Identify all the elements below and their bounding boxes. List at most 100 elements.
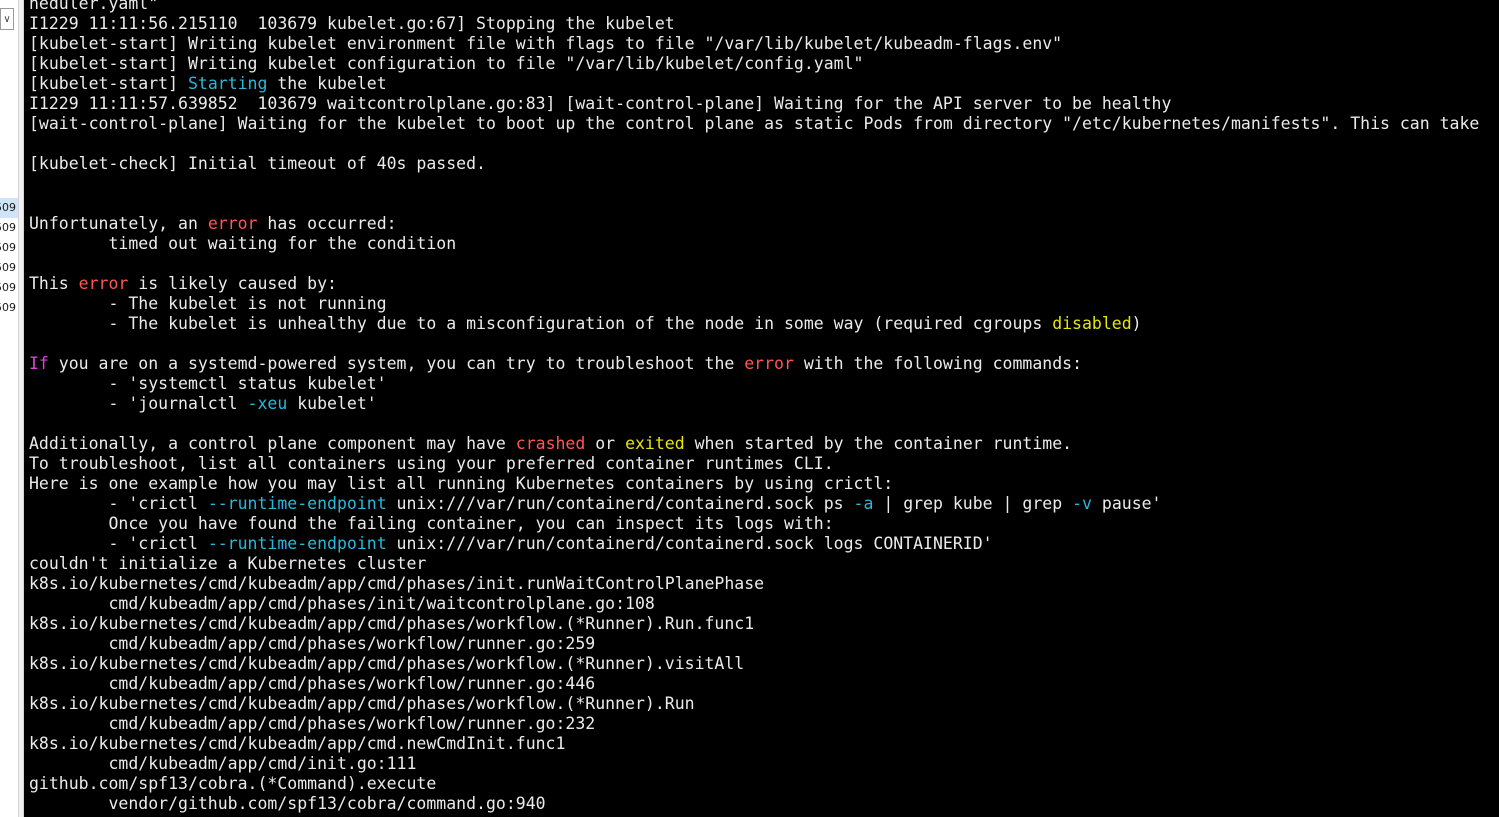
terminal-line: This error is likely caused by: (29, 274, 1499, 294)
terminal-line: cmd/kubeadm/app/cmd/phases/workflow/runn… (29, 674, 1499, 694)
terminal-line: - The kubelet is not running (29, 294, 1499, 314)
terminal-text-segment: error (207, 214, 258, 233)
terminal-text-segment: github.com/spf13/cobra.(*Command).execut… (29, 774, 437, 793)
side-list-item[interactable]: 509 (0, 258, 18, 278)
terminal-text-segment: unix:///var/run/containerd/containerd.so… (386, 494, 854, 513)
side-list: 509509509509509509 (0, 198, 18, 318)
terminal-text-segment: - The kubelet is unhealthy due to a misc… (29, 314, 1053, 333)
terminal-line: - 'systemctl status kubelet' (29, 374, 1499, 394)
terminal-line: Here is one example how you may list all… (29, 474, 1499, 494)
terminal-text-segment: with the following commands: (793, 354, 1083, 373)
side-list-item[interactable]: 509 (0, 278, 18, 298)
terminal-text-segment: the kubelet (267, 74, 387, 93)
terminal-text-segment: vendor/github.com/spf13/cobra/command.go… (29, 794, 546, 813)
terminal-text-segment: Unfortunately, an (29, 214, 208, 233)
terminal-line: [kubelet-start] Starting the kubelet (29, 74, 1499, 94)
terminal-line: [kubelet-check] Initial timeout of 40s p… (29, 154, 1499, 174)
terminal-line: - 'crictl --runtime-endpoint unix:///var… (29, 494, 1499, 514)
terminal-line: [kubelet-start] Writing kubelet environm… (29, 34, 1499, 54)
terminal-text-segment: when started by the container runtime. (684, 434, 1073, 453)
terminal-text-segment: --runtime-endpoint (207, 534, 387, 553)
terminal-line: I1229 11:11:57.639852 103679 waitcontrol… (29, 94, 1499, 114)
terminal-text-segment: crashed (515, 434, 586, 453)
terminal-text-segment: [kubelet-start] Writing kubelet environm… (29, 34, 1063, 53)
terminal-text-segment: Here is one example how you may list all… (29, 474, 894, 493)
terminal-text-segment: ) (1131, 314, 1142, 333)
terminal-line: Additionally, a control plane component … (29, 434, 1499, 454)
terminal-text-segment: I1229 11:11:56.215110 103679 kubelet.go:… (29, 14, 675, 33)
terminal-text-segment: error (744, 354, 794, 373)
terminal-line: [wait-control-plane] Waiting for the kub… (29, 114, 1499, 134)
side-list-item[interactable]: 509 (0, 298, 18, 318)
terminal-text-segment: - 'systemctl status kubelet' (29, 374, 387, 393)
terminal-text-segment: I1229 11:11:57.639852 103679 waitcontrol… (29, 94, 1172, 113)
terminal-text-segment: is likely caused by: (128, 274, 337, 293)
terminal-text-segment: If (29, 354, 49, 373)
terminal-line: cmd/kubeadm/app/cmd/phases/init/waitcont… (29, 594, 1499, 614)
terminal-text-segment: k8s.io/kubernetes/cmd/kubeadm/app/cmd/ph… (29, 694, 695, 713)
terminal-line: - The kubelet is unhealthy due to a misc… (29, 314, 1499, 334)
terminal-text-segment: [kubelet-start] Writing kubelet configur… (29, 54, 864, 73)
chevron-down-icon[interactable]: ∨ (0, 8, 14, 30)
terminal-text-segment: heduler.yaml" (29, 0, 159, 13)
terminal-text-segment: --runtime-endpoint (207, 494, 387, 513)
terminal-lines: heduler.yaml" I1229 11:11:56.215110 10367… (29, 0, 1499, 814)
terminal-output[interactable]: heduler.yaml" I1229 11:11:56.215110 10367… (24, 0, 1499, 817)
terminal-text-segment: [kubelet-check] Initial timeout of 40s p… (29, 154, 486, 173)
terminal-text-segment: cmd/kubeadm/app/cmd/phases/workflow/runn… (29, 674, 596, 693)
terminal-text-segment: - 'crictl (29, 534, 208, 553)
terminal-line: cmd/kubeadm/app/cmd/phases/workflow/runn… (29, 714, 1499, 734)
terminal-text-segment: - 'crictl (29, 494, 208, 513)
terminal-line: Unfortunately, an error has occurred: (29, 214, 1499, 234)
terminal-line: vendor/github.com/spf13/cobra/command.go… (29, 794, 1499, 814)
terminal-line: k8s.io/kubernetes/cmd/kubeadm/app/cmd/ph… (29, 614, 1499, 634)
terminal-text-segment: disabled (1052, 314, 1132, 333)
terminal-text-segment: | grep kube | grep (873, 494, 1073, 513)
terminal-text-segment: unix:///var/run/containerd/containerd.so… (386, 534, 993, 553)
terminal-text-segment: -a (853, 494, 874, 513)
side-list-item[interactable]: 509 (0, 218, 18, 238)
terminal-line: Once you have found the failing containe… (29, 514, 1499, 534)
terminal-text-segment: cmd/kubeadm/app/cmd/phases/workflow/runn… (29, 714, 596, 733)
terminal-text-segment: has occurred: (257, 214, 397, 233)
terminal-text-segment: cmd/kubeadm/app/cmd/phases/init/waitcont… (29, 594, 655, 613)
left-panel: ∨ 509509509509509509 (0, 0, 18, 817)
terminal-text-segment: To troubleshoot, list all containers usi… (29, 454, 834, 473)
terminal-line: k8s.io/kubernetes/cmd/kubeadm/app/cmd/ph… (29, 574, 1499, 594)
terminal-text-segment: -xeu (247, 394, 288, 413)
terminal-text-segment: cmd/kubeadm/app/cmd/phases/workflow/runn… (29, 634, 596, 653)
terminal-text-segment: exited (625, 434, 685, 453)
terminal-line: - 'crictl --runtime-endpoint unix:///var… (29, 534, 1499, 554)
terminal-line: - 'journalctl -xeu kubelet' (29, 394, 1499, 414)
terminal-text-segment: kubelet' (287, 394, 377, 413)
terminal-line: cmd/kubeadm/app/cmd/init.go:111 (29, 754, 1499, 774)
terminal-text-segment: cmd/kubeadm/app/cmd/init.go:111 (29, 754, 417, 773)
terminal-text-segment: Additionally, a control plane component … (29, 434, 516, 453)
terminal-text-segment: pause' (1091, 494, 1162, 513)
terminal-line: k8s.io/kubernetes/cmd/kubeadm/app/cmd/ph… (29, 654, 1499, 674)
terminal-text-segment: k8s.io/kubernetes/cmd/kubeadm/app/cmd.ne… (29, 734, 566, 753)
side-list-item[interactable]: 509 (0, 238, 18, 258)
terminal-text-segment: couldn't initialize a Kubernetes cluster (29, 554, 427, 573)
terminal-text-segment: [wait-control-plane] Waiting for the kub… (29, 114, 1480, 133)
terminal-text-segment: error (78, 274, 129, 293)
terminal-line: github.com/spf13/cobra.(*Command).execut… (29, 774, 1499, 794)
terminal-line: I1229 11:11:56.215110 103679 kubelet.go:… (29, 14, 1499, 34)
terminal-text-segment: k8s.io/kubernetes/cmd/kubeadm/app/cmd/ph… (29, 614, 755, 633)
terminal-text-segment: or (585, 434, 626, 453)
terminal-text-segment: -v (1072, 494, 1092, 513)
terminal-text-segment: Once you have found the failing containe… (29, 514, 834, 533)
terminal-text-segment: - 'journalctl (29, 394, 248, 413)
terminal-line: If you are on a systemd-powered system, … (29, 354, 1499, 374)
terminal-text-segment: - The kubelet is not running (29, 294, 387, 313)
terminal-text-segment: k8s.io/kubernetes/cmd/kubeadm/app/cmd/ph… (29, 574, 765, 593)
side-list-item[interactable]: 509 (0, 198, 18, 218)
terminal-text-segment: k8s.io/kubernetes/cmd/kubeadm/app/cmd/ph… (29, 654, 745, 673)
terminal-text-segment: Starting (187, 74, 268, 93)
terminal-text-segment: This (29, 274, 79, 293)
